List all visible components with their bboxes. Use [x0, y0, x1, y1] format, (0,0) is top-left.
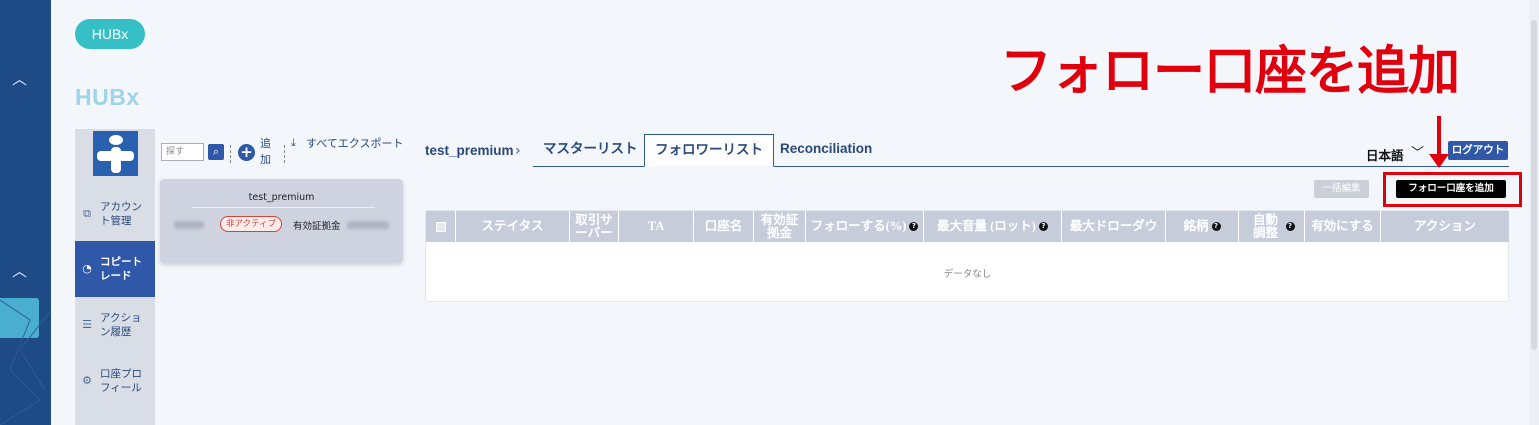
chevron-right-icon: ›	[515, 143, 521, 159]
nav-item-account-profile[interactable]: ⚙ 口座プロフィール	[75, 353, 155, 409]
annotation-arrow	[1437, 116, 1441, 158]
divider	[284, 145, 285, 163]
export-all-button[interactable]: すべてエクスポート	[306, 136, 406, 152]
column-header[interactable]: 有効証拠金	[754, 211, 806, 242]
help-icon[interactable]: ?	[1038, 222, 1048, 231]
column-header[interactable]: アクション	[1381, 211, 1509, 242]
chevron-down-icon[interactable]: ﹀	[1411, 142, 1424, 161]
breadcrumb[interactable]: test_premium	[425, 143, 514, 158]
column-header-label: 自動調整	[1252, 212, 1278, 240]
pie-chart-icon: ◔	[82, 262, 92, 275]
help-icon[interactable]: ?	[1211, 222, 1221, 231]
column-header[interactable]: 銘柄?	[1166, 211, 1239, 242]
help-icon[interactable]: ?	[909, 222, 919, 231]
nav-item-label: アクション履歴	[100, 312, 142, 338]
column-header[interactable]: 口座名	[694, 211, 754, 242]
search-icon[interactable]: ⌕	[208, 144, 224, 160]
nav-item-label: アカウント管理	[100, 201, 142, 227]
column-header[interactable]: 最大ドローダウ	[1062, 211, 1166, 242]
scrollbar-thumb[interactable]	[1531, 20, 1537, 350]
list-icon: ☰	[82, 318, 92, 331]
add-account-button[interactable]: 追加	[260, 136, 274, 168]
side-nav: ⧉ アカウント管理 ◔ コピートレード ☰ アクション履歴 ⚙ 口座プロフィール	[75, 129, 155, 425]
redacted-value	[347, 221, 389, 229]
tab-reconciliation[interactable]: Reconciliation	[770, 134, 882, 167]
annotation-highlight-box	[1383, 172, 1522, 207]
column-header[interactable]: TA	[619, 211, 694, 242]
column-header[interactable]: 取引サーバー	[570, 211, 619, 242]
nav-item-label: コピートレード	[100, 256, 142, 282]
select-all-checkbox[interactable]	[426, 211, 456, 242]
margin-label: 有効証拠金	[293, 221, 341, 232]
nav-item-label: 口座プロフィール	[100, 368, 142, 394]
search-input[interactable]: 探す	[161, 143, 204, 161]
follower-table: ステイタス 取引サーバー TA 口座名 有効証拠金 フォローする(%)? 最大音…	[425, 210, 1509, 302]
account-name: test_premium	[248, 192, 315, 203]
left-rail: ︿ ︿	[0, 0, 51, 425]
status-badge: 非アクティブ	[220, 216, 283, 232]
download-icon[interactable]: ⤓	[291, 136, 296, 150]
nav-item-account-management[interactable]: ⧉ アカウント管理	[75, 186, 155, 242]
column-header[interactable]: 有効にする	[1305, 211, 1381, 242]
rail-decoration	[0, 299, 51, 425]
nav-item-action-history[interactable]: ☰ アクション履歴	[75, 297, 155, 353]
tab-follower-list[interactable]: フォロワーリスト	[644, 134, 774, 167]
divider	[192, 207, 375, 208]
empty-state-text: データなし	[943, 269, 992, 280]
chevron-up-icon[interactable]: ︿	[12, 72, 27, 87]
gear-icon: ⚙	[82, 374, 92, 387]
chevron-up-icon[interactable]: ︿	[12, 264, 27, 279]
column-header-label: 銘柄	[1183, 219, 1209, 233]
column-header[interactable]: フォローする(%)?	[806, 211, 924, 242]
help-icon[interactable]: ?	[1285, 222, 1295, 231]
logout-button[interactable]: ログアウト	[1448, 141, 1508, 160]
app-logo	[93, 131, 138, 176]
annotation-arrow-head	[1429, 154, 1449, 168]
copy-icon: ⧉	[83, 207, 91, 220]
column-header[interactable]: 自動調整?	[1239, 211, 1305, 242]
bulk-edit-button[interactable]: 一括編集	[1314, 180, 1369, 198]
workspace-pill[interactable]: HUBx	[75, 19, 145, 49]
column-header[interactable]: ステイタス	[456, 211, 570, 242]
table-header: ステイタス 取引サーバー TA 口座名 有効証拠金 フォローする(%)? 最大音…	[426, 211, 1509, 242]
tab-master-list[interactable]: マスターリスト	[533, 134, 648, 167]
column-header-label: 最大音量 (ロット)	[937, 219, 1036, 233]
brand-title: HUBx	[75, 84, 140, 110]
column-header-label: フォローする(%)	[810, 219, 907, 233]
redacted-value	[174, 221, 204, 229]
annotation-text: フォロー口座を追加	[1000, 42, 1460, 102]
account-card[interactable]: test_premium 非アクティブ 有効証拠金	[160, 179, 403, 263]
language-select[interactable]: 日本語	[1366, 145, 1404, 164]
add-icon[interactable]: +	[238, 144, 255, 161]
divider	[230, 145, 231, 163]
nav-item-copy-trade[interactable]: ◔ コピートレード	[75, 241, 155, 297]
page-scrollbar[interactable]	[1529, 0, 1539, 425]
column-header[interactable]: 最大音量 (ロット)?	[924, 211, 1062, 242]
